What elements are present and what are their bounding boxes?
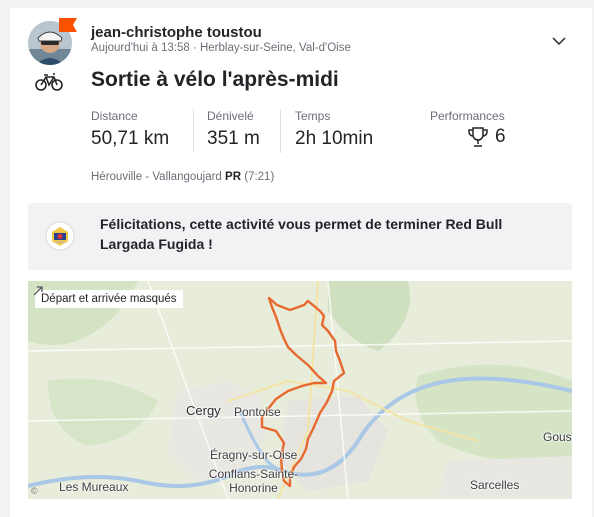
- stat-value: 2h 10min: [295, 128, 374, 149]
- subscriber-badge-icon: [59, 18, 77, 32]
- stat-label: Performances: [430, 109, 505, 123]
- stat-elevation: Dénivelé 351 m: [207, 109, 260, 150]
- stat-time: Temps 2h 10min: [295, 109, 373, 150]
- stat-value: 6: [495, 126, 506, 147]
- stat-value: 351 m: [207, 128, 260, 149]
- segment-name: Hérouville - Vallangoujard: [91, 171, 222, 183]
- map-place-label: Éragny-sur-Oise: [210, 448, 298, 462]
- challenge-completion-banner[interactable]: Félicitations, cette activité vous perme…: [28, 203, 572, 270]
- map-place-label: Les Mureaux: [59, 480, 129, 494]
- privacy-badge: Départ et arrivée masqués: [35, 290, 183, 308]
- activity-card: jean-christophe toustou Aujourd'hui à 13…: [10, 8, 592, 517]
- stat-performances[interactable]: Performances 6: [430, 109, 506, 148]
- stat-divider: [193, 109, 194, 153]
- segment-highlight[interactable]: Hérouville - Vallangoujard PR (7:21): [91, 171, 274, 183]
- map-place-label: Sarcelles: [470, 478, 520, 492]
- stat-value: 50,71 km: [91, 128, 170, 149]
- map-place-label: Gous: [543, 430, 572, 444]
- map-place-label: Cergy: [186, 403, 221, 418]
- pr-badge: PR: [225, 171, 242, 183]
- expand-icon[interactable]: [28, 281, 48, 301]
- challenge-message: Félicitations, cette activité vous perme…: [100, 216, 503, 252]
- trophy-icon: [468, 127, 488, 147]
- route-map[interactable]: Départ et arrivée masqués Cergy Pontoise…: [28, 281, 572, 499]
- map-place-label: Conflans-Sainte-Honorine: [208, 467, 299, 495]
- segment-time: (7:21): [244, 171, 275, 183]
- activity-meta: Aujourd'hui à 13:58 · Herblay-sur-Seine,…: [91, 42, 351, 54]
- activity-title[interactable]: Sortie à vélo l'après-midi: [91, 68, 339, 92]
- map-copyright[interactable]: ©: [31, 486, 38, 496]
- stat-distance: Distance 50,71 km: [91, 109, 169, 150]
- chevron-down-icon[interactable]: [550, 32, 568, 50]
- athlete-name[interactable]: jean-christophe toustou: [91, 24, 262, 41]
- stat-label: Dénivelé: [207, 109, 254, 123]
- stat-label: Distance: [91, 109, 138, 123]
- challenge-badge-icon: [45, 221, 75, 251]
- stat-divider: [280, 109, 281, 153]
- stat-label: Temps: [295, 109, 331, 123]
- map-place-label: Pontoise: [234, 405, 281, 419]
- bike-icon: [35, 73, 63, 91]
